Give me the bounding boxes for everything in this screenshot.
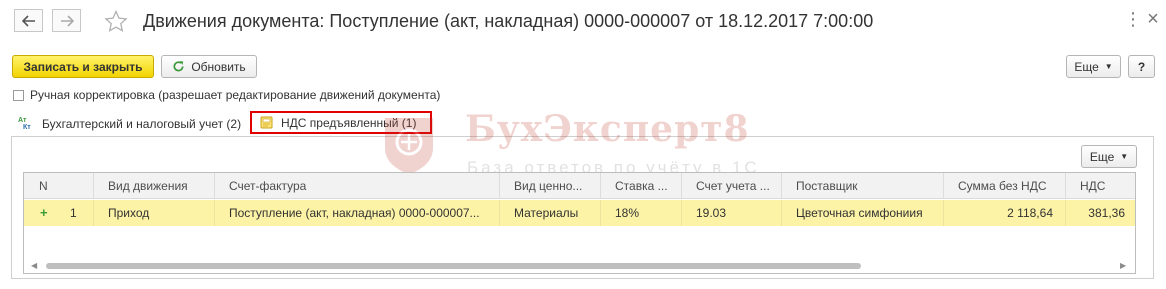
save-close-button[interactable]: Записать и закрыть	[12, 55, 154, 78]
row-number: 1	[70, 206, 77, 220]
column-header-supplier[interactable]: Поставщик	[782, 173, 944, 199]
back-button[interactable]	[14, 9, 43, 32]
column-header-movement[interactable]: Вид движения	[94, 173, 215, 199]
table-more-button[interactable]: Еще ▼	[1081, 145, 1137, 168]
tab-vat-presented[interactable]: НДС предъявленный (1)	[250, 111, 432, 134]
refresh-icon	[173, 61, 184, 72]
movements-table[interactable]: N Вид движения Счет-фактура Вид ценно...…	[23, 172, 1136, 274]
cell-vat: 381,36	[1088, 206, 1125, 220]
table-header: N Вид движения Счет-фактура Вид ценно...…	[24, 173, 1135, 199]
column-header-rate[interactable]: Ставка ...	[601, 173, 682, 199]
scroll-left-icon[interactable]: ◀	[31, 261, 37, 270]
cell-rate: 18%	[601, 200, 682, 226]
more-button[interactable]: Еще ▼	[1066, 55, 1121, 78]
column-header-n[interactable]: N	[24, 173, 94, 199]
more-label: Еще	[1074, 59, 1099, 74]
close-icon[interactable]: ×	[1146, 8, 1160, 30]
refresh-label: Обновить	[191, 59, 246, 74]
horizontal-scrollbar[interactable]: ◀ ▶	[24, 259, 1135, 273]
tab-accounting[interactable]: Ат Кт Бухгалтерский и налоговый учет (2)	[18, 112, 241, 135]
column-header-account[interactable]: Счет учета ...	[682, 173, 782, 199]
accounting-register-icon: Ат Кт	[18, 116, 31, 131]
tab-accounting-label: Бухгалтерский и налоговый учет (2)	[42, 116, 242, 131]
manual-correction-row[interactable]: Ручная корректировка (разрешает редактир…	[13, 88, 440, 102]
arrow-left-icon	[21, 14, 35, 27]
star-icon[interactable]	[104, 10, 128, 32]
cell-invoice: Поступление (акт, накладная) 0000-000007…	[215, 200, 500, 226]
column-header-amount[interactable]: Сумма без НДС	[944, 173, 1066, 199]
cell-amount: 2 118,64	[944, 200, 1066, 226]
window-title: Движения документа: Поступление (акт, на…	[143, 11, 874, 31]
cell-movement: Приход	[94, 200, 215, 226]
tab-vat-label: НДС предъявленный (1)	[281, 115, 417, 130]
manual-correction-label: Ручная корректировка (разрешает редактир…	[30, 88, 441, 102]
plus-icon: +	[40, 205, 48, 220]
arrow-right-icon	[60, 14, 74, 27]
scroll-right-icon[interactable]: ▶	[1120, 261, 1126, 270]
forward-button[interactable]	[52, 9, 81, 32]
scroll-thumb[interactable]	[46, 263, 861, 269]
cell-supplier: Цветочная симфониия	[782, 200, 944, 226]
register-icon	[260, 116, 273, 129]
column-header-invoice[interactable]: Счет-фактура	[215, 173, 500, 199]
refresh-button[interactable]: Обновить	[161, 55, 257, 78]
chevron-down-icon: ▼	[1104, 62, 1113, 71]
chevron-down-icon: ▼	[1120, 152, 1129, 161]
cell-n: + 1	[24, 200, 94, 226]
manual-correction-checkbox[interactable]	[13, 89, 24, 101]
table-row[interactable]: + 1 Приход Поступление (акт, накладная) …	[24, 200, 1135, 226]
column-header-value-type[interactable]: Вид ценно...	[500, 173, 601, 199]
column-header-vat[interactable]: НДС	[1066, 173, 1135, 199]
table-more-label: Еще	[1089, 149, 1115, 164]
cell-account: 19.03	[682, 200, 782, 226]
help-button[interactable]: ?	[1128, 55, 1155, 78]
cell-value-type: Материалы	[500, 200, 601, 226]
more-menu-icon[interactable]: ⋮	[1124, 9, 1142, 29]
